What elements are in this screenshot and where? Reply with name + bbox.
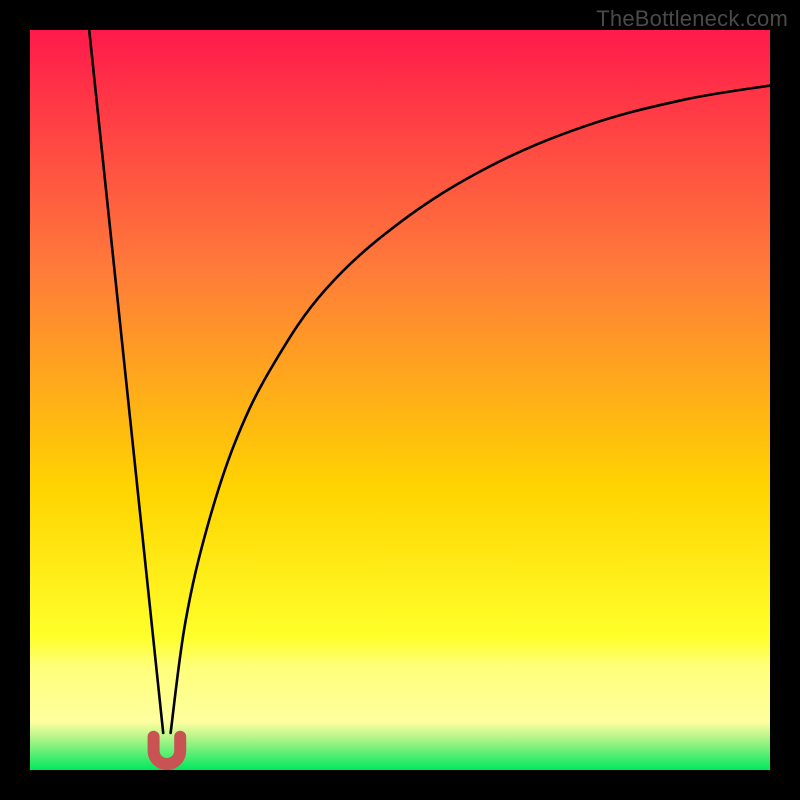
plot-area	[30, 30, 770, 770]
watermark-text: TheBottleneck.com	[596, 6, 788, 32]
plot-svg	[30, 30, 770, 770]
gradient-background	[30, 30, 770, 770]
chart-frame: TheBottleneck.com	[0, 0, 800, 800]
